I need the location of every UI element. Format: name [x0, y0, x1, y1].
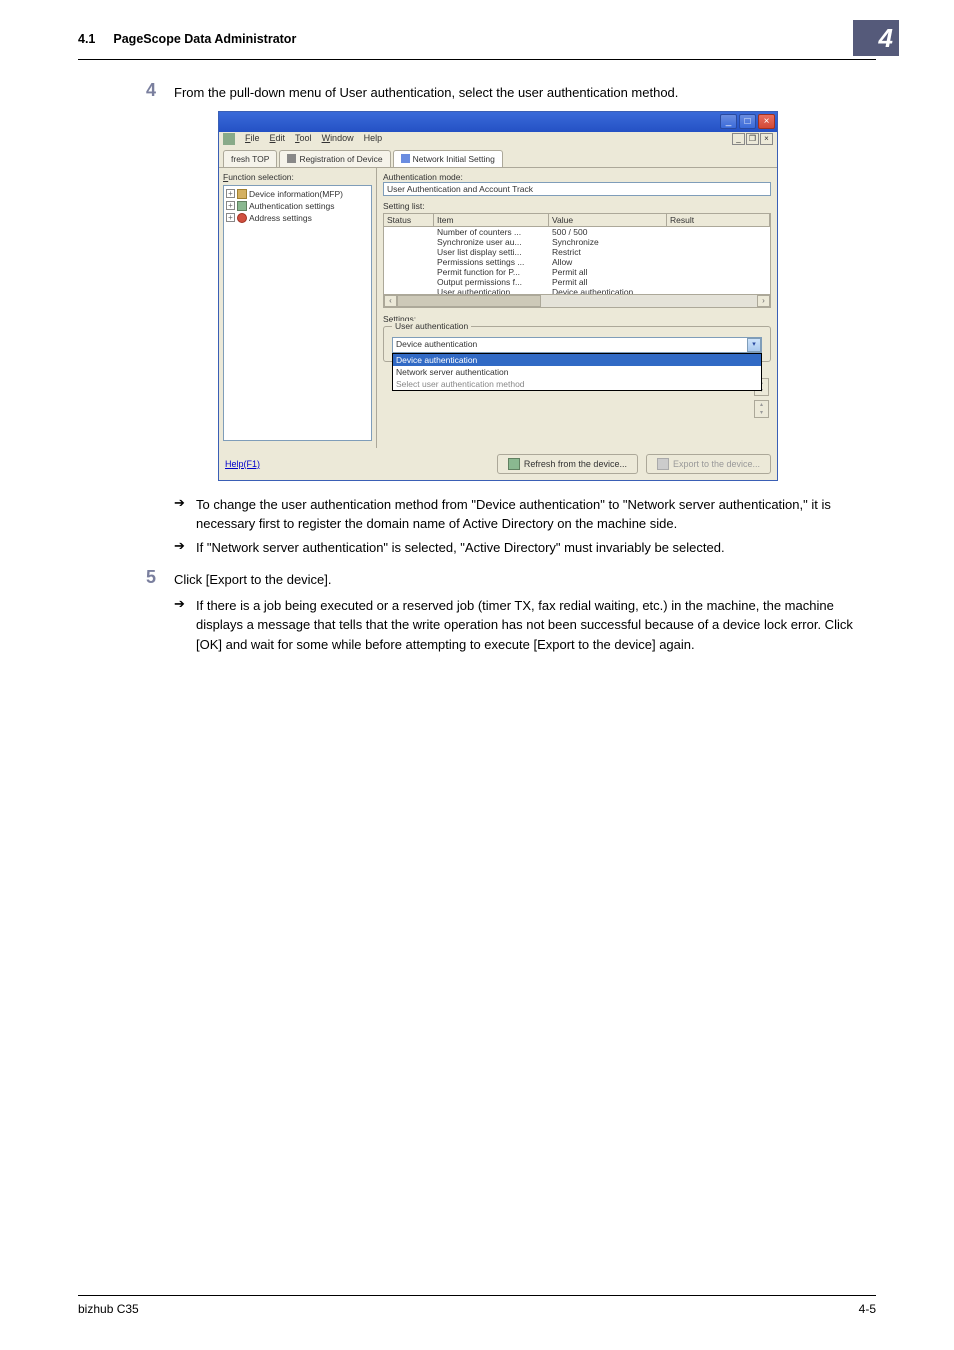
device-icon — [287, 154, 296, 163]
menubar: File Edit Tool Window Help _ ❐ × — [219, 132, 777, 148]
close-icon[interactable]: × — [758, 114, 775, 129]
expand-icon[interactable]: + — [226, 201, 235, 210]
step-4-number: 4 — [78, 80, 174, 103]
step-4-text: From the pull-down menu of User authenti… — [174, 80, 876, 103]
list-row[interactable]: Synchronize user au...Synchronize — [384, 237, 770, 247]
tree-item-address-settings[interactable]: + Address settings — [226, 212, 369, 224]
step-5-number: 5 — [78, 567, 174, 590]
minimize-icon[interactable]: _ — [720, 114, 737, 129]
col-item[interactable]: Item — [434, 214, 549, 226]
scroll-track[interactable] — [397, 295, 757, 307]
titlebar: _ □ × — [219, 112, 777, 132]
footer-right: 4-5 — [859, 1302, 876, 1316]
tab-bar: fresh TOP Registration of Device Network… — [219, 148, 777, 168]
tree-label: Device information(MFP) — [249, 189, 343, 199]
app-window: _ □ × File Edit Tool Window Help _ ❐ × f… — [218, 111, 778, 481]
mdi-close-icon[interactable]: × — [760, 133, 773, 145]
menu-tool[interactable]: Tool — [295, 133, 312, 147]
setting-list-header: Status Item Value Result — [383, 213, 771, 227]
col-result[interactable]: Result — [667, 214, 770, 226]
list-row[interactable]: Number of counters ...500 / 500 — [384, 227, 770, 237]
step-5-bullet-1: If there is a job being executed or a re… — [196, 596, 876, 655]
chevron-down-icon[interactable]: ▾ — [747, 338, 761, 352]
tree-item-device-info[interactable]: + Device information(MFP) — [226, 188, 369, 200]
device-icon — [237, 189, 247, 199]
col-value[interactable]: Value — [549, 214, 667, 226]
menu-window[interactable]: Window — [322, 133, 354, 147]
step-5-text: Click [Export to the device]. — [174, 567, 876, 590]
tree-label: Address settings — [249, 213, 312, 223]
auth-icon — [237, 201, 247, 211]
list-row[interactable]: Permissions settings ...Allow — [384, 257, 770, 267]
scroll-thumb[interactable] — [397, 295, 541, 307]
step-4-bullet-1: To change the user authentication method… — [196, 495, 876, 534]
tab-network-initial[interactable]: Network Initial Setting — [393, 150, 503, 167]
bottom-bar: Help(F1) Refresh from the device... Expo… — [219, 448, 777, 480]
list-row[interactable]: User authenticationDevice authentication — [384, 287, 770, 295]
menu-edit[interactable]: Edit — [270, 133, 286, 147]
auth-mode-field[interactable]: User Authentication and Account Track — [383, 182, 771, 196]
combo-option[interactable]: Device authentication — [393, 354, 761, 366]
app-icon — [223, 133, 235, 145]
spinner[interactable]: ▴▾ — [754, 400, 769, 418]
combo-option[interactable]: Select user authentication method — [393, 378, 761, 390]
expand-icon[interactable]: + — [226, 213, 235, 222]
user-auth-combo[interactable]: Device authentication ▾ Device authentic… — [392, 337, 762, 353]
function-tree[interactable]: + Device information(MFP) + Authenticati… — [223, 185, 372, 441]
chapter-badge: 4 — [853, 20, 899, 56]
section-number: 4.1 — [78, 32, 95, 46]
export-button[interactable]: Export to the device... — [646, 454, 771, 474]
function-selection-label: Function selection: — [223, 172, 372, 182]
refresh-icon — [508, 458, 520, 470]
button-label: Export to the device... — [673, 459, 760, 469]
auth-mode-label: Authentication mode: — [383, 172, 771, 182]
list-row[interactable]: User list display setti...Restrict — [384, 247, 770, 257]
setting-list-body[interactable]: Number of counters ...500 / 500 Synchron… — [383, 227, 771, 295]
footer-left: bizhub C35 — [78, 1302, 139, 1316]
scroll-right-icon[interactable]: › — [757, 295, 770, 307]
user-auth-group: User authentication Device authenticatio… — [383, 326, 771, 362]
group-legend: User authentication — [392, 321, 471, 331]
list-row[interactable]: Output permissions f...Permit all — [384, 277, 770, 287]
tab-top[interactable]: fresh TOP — [223, 150, 277, 167]
arrow-icon: ➔ — [174, 538, 196, 558]
right-pane: Authentication mode: User Authentication… — [377, 168, 777, 448]
combo-option[interactable]: Network server authentication — [393, 366, 761, 378]
menu-help[interactable]: Help — [364, 133, 383, 147]
mdi-min-icon[interactable]: _ — [732, 133, 745, 145]
list-row[interactable]: Permit function for P...Permit all — [384, 267, 770, 277]
setting-list-label: Setting list: — [383, 201, 771, 211]
menu-file[interactable]: File — [245, 133, 260, 147]
mdi-restore-icon[interactable]: ❐ — [746, 133, 759, 145]
step-4-bullet-2: If "Network server authentication" is se… — [196, 538, 876, 558]
address-icon — [237, 213, 247, 223]
combo-value[interactable]: Device authentication — [392, 337, 762, 353]
col-status[interactable]: Status — [384, 214, 434, 226]
left-pane: Function selection: + Device information… — [219, 168, 377, 448]
export-icon — [657, 458, 669, 470]
network-icon — [401, 154, 410, 163]
tree-label: Authentication settings — [249, 201, 335, 211]
section-title: PageScope Data Administrator — [113, 32, 296, 46]
arrow-icon: ➔ — [174, 596, 196, 655]
horizontal-scrollbar[interactable]: ‹ › — [383, 295, 771, 308]
tree-item-auth-settings[interactable]: + Authentication settings — [226, 200, 369, 212]
maximize-icon[interactable]: □ — [739, 114, 756, 129]
refresh-button[interactable]: Refresh from the device... — [497, 454, 638, 474]
button-label: Refresh from the device... — [524, 459, 627, 469]
arrow-icon: ➔ — [174, 495, 196, 534]
scroll-left-icon[interactable]: ‹ — [384, 295, 397, 307]
combo-dropdown[interactable]: Device authentication Network server aut… — [392, 353, 762, 391]
tab-registration[interactable]: Registration of Device — [279, 150, 390, 167]
help-link[interactable]: Help(F1) — [225, 459, 260, 469]
expand-icon[interactable]: + — [226, 189, 235, 198]
